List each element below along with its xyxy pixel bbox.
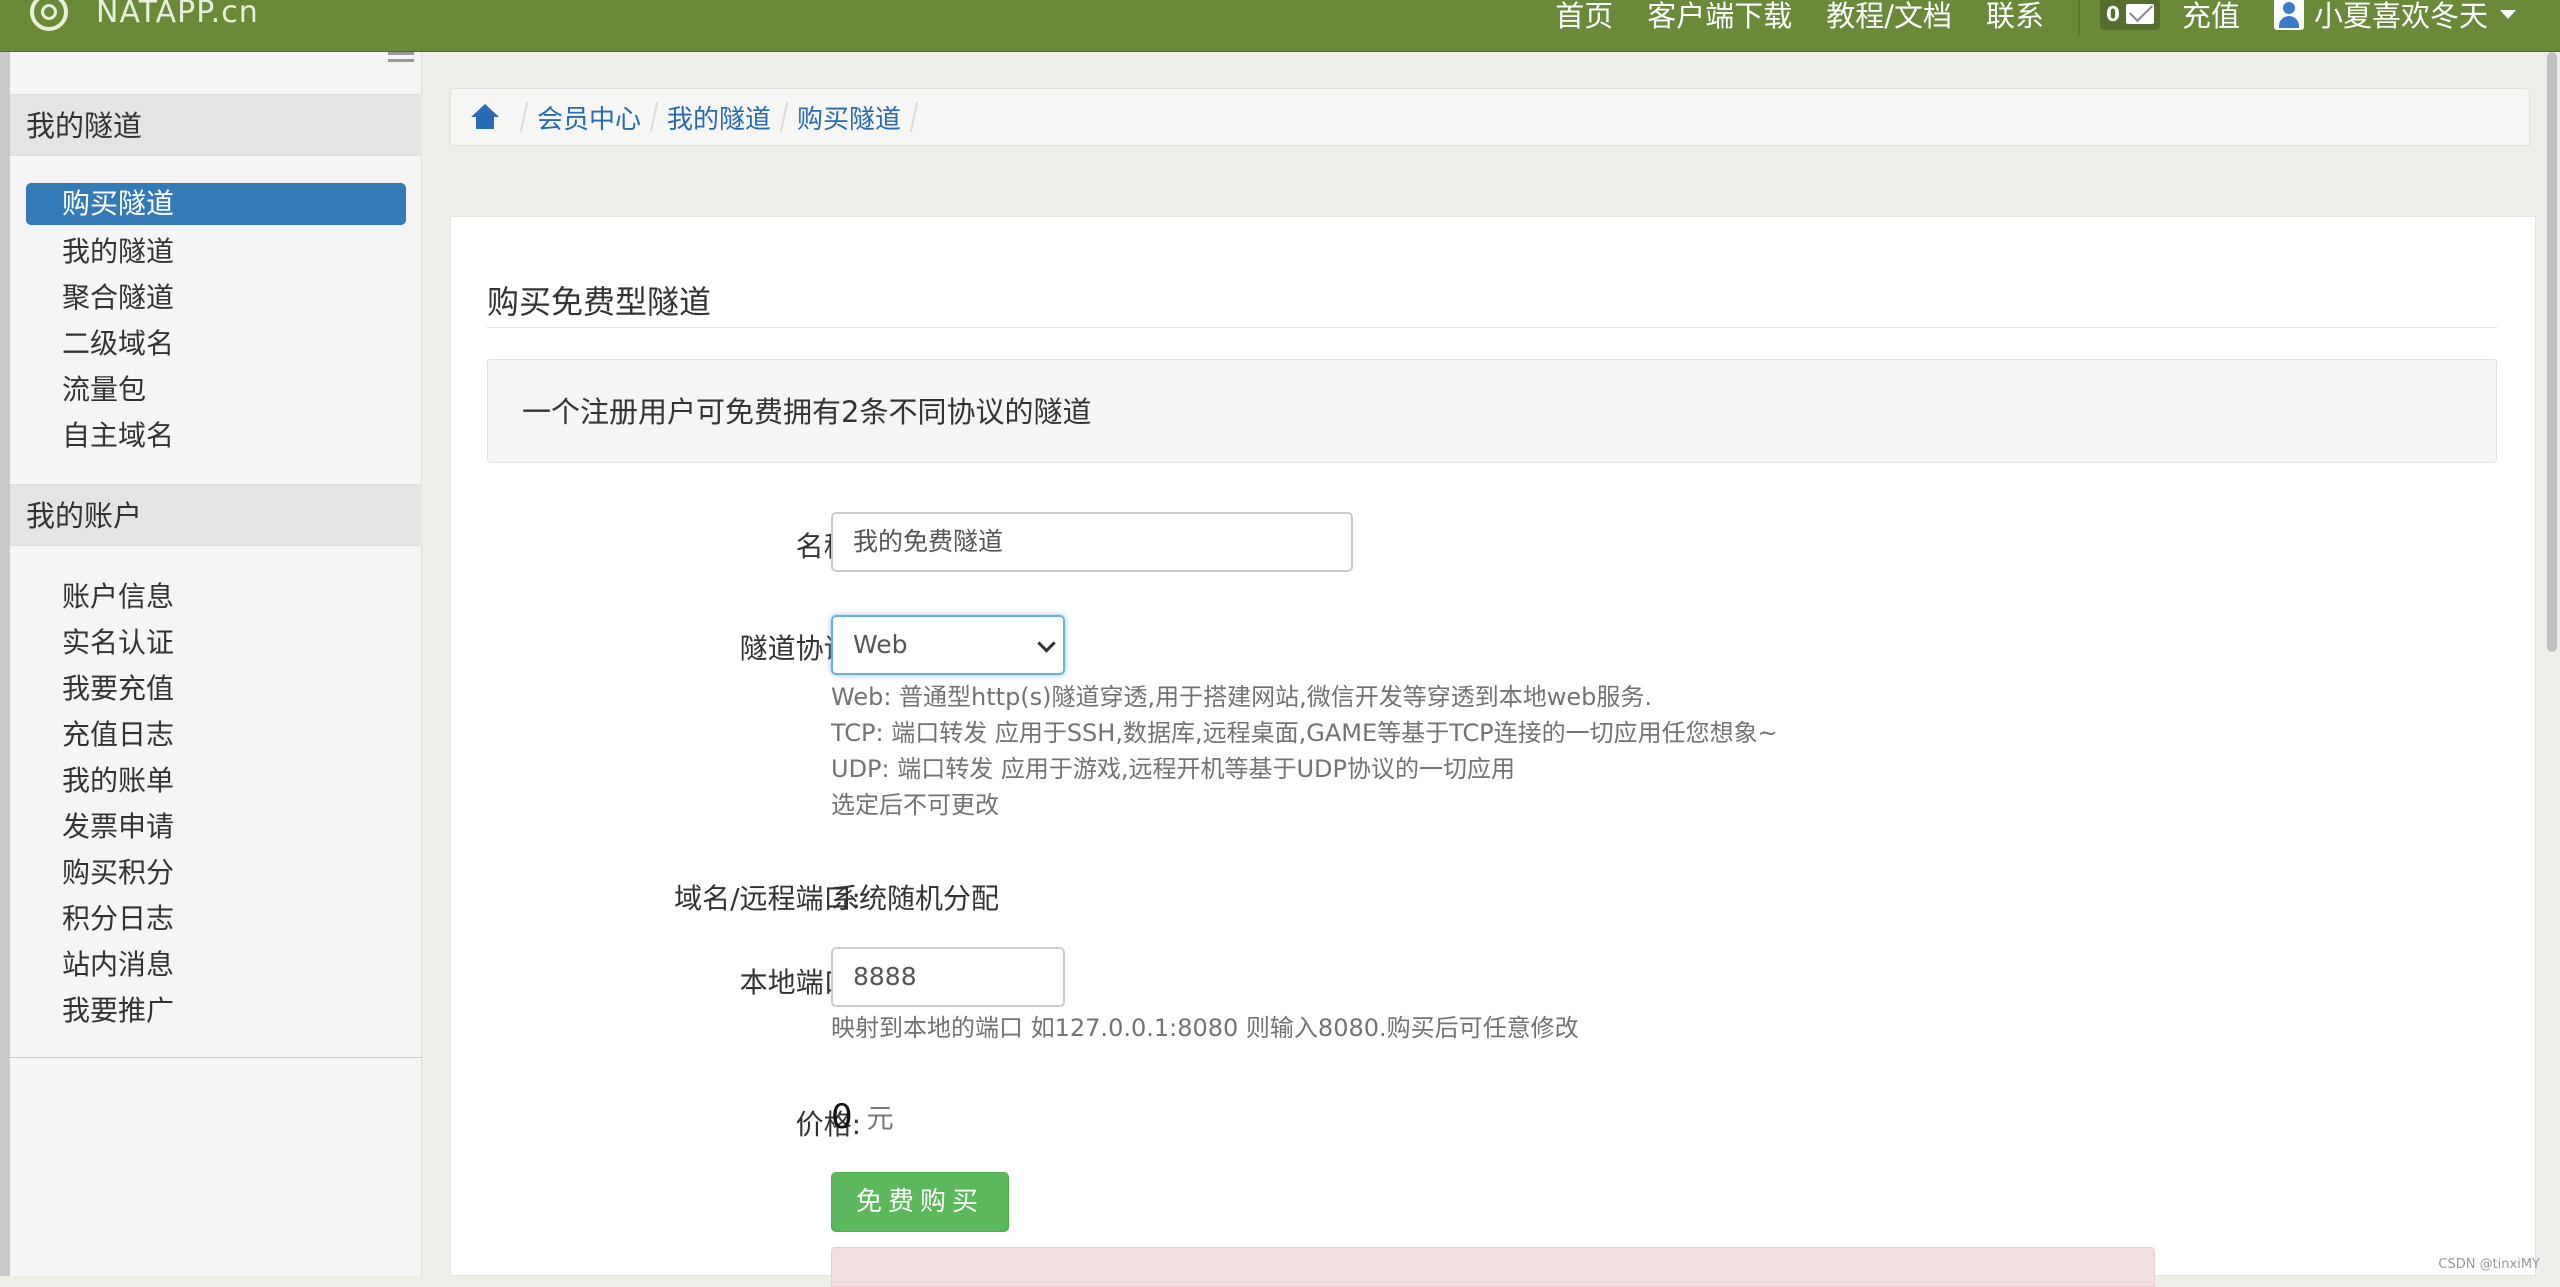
local-port-input[interactable]: 8888 xyxy=(831,947,1065,1007)
price-display: 0元 xyxy=(831,1097,894,1137)
caret-down-icon[interactable] xyxy=(2500,9,2516,19)
sidebar-item-recharge[interactable]: 我要充值 xyxy=(26,666,406,712)
help-web: Web: 普通型http(s)隧道穿透,用于搭建网站,微信开发等穿透到本地web… xyxy=(831,683,1653,711)
price-value: 0 xyxy=(831,1097,853,1137)
breadcrumb-separator xyxy=(909,102,919,132)
breadcrumb: 会员中心 我的隧道 购买隧道 xyxy=(450,88,2530,146)
breadcrumb-buy-tunnel[interactable]: 购买隧道 xyxy=(797,99,901,136)
nav-contact-link[interactable]: 联系 xyxy=(1986,0,2044,35)
message-count-badge: 0 xyxy=(2106,2,2120,26)
breadcrumb-separator xyxy=(649,102,659,132)
warning-alert xyxy=(831,1247,2155,1287)
sidebar-item-messages[interactable]: 站内消息 xyxy=(26,942,406,988)
nav-recharge-link[interactable]: 充值 xyxy=(2182,0,2240,35)
free-tunnel-notice: 一个注册用户可免费拥有2条不同协议的隧道 xyxy=(487,359,2497,463)
top-navbar: NATAPP.cn 首页 客户端下载 教程/文档 联系 0 充值 小夏喜欢冬天 xyxy=(0,0,2560,52)
breadcrumb-my-tunnels[interactable]: 我的隧道 xyxy=(667,99,771,136)
brand-name: NATAPP.cn xyxy=(96,0,259,30)
envelope-icon xyxy=(2125,4,2154,24)
home-icon[interactable] xyxy=(471,104,499,130)
sidebar-header-tunnels: 我的隧道 xyxy=(10,94,422,156)
sidebar: 我的隧道 购买隧道 我的隧道 聚合隧道 二级域名 流量包 自主域名 我的账户 账… xyxy=(0,52,422,1276)
title-divider xyxy=(487,327,2497,328)
sidebar-item-custom-domain[interactable]: 自主域名 xyxy=(26,413,406,459)
sidebar-collapse-icon[interactable] xyxy=(388,52,414,72)
sidebar-item-buy-points[interactable]: 购买积分 xyxy=(26,850,406,896)
nav-divider xyxy=(2078,0,2081,36)
user-menu[interactable]: 小夏喜欢冬天 xyxy=(2314,0,2488,35)
messages-button[interactable]: 0 xyxy=(2100,0,2160,30)
sidebar-item-subdomain[interactable]: 二级域名 xyxy=(26,321,406,367)
sidebar-item-buy-tunnel[interactable]: 购买隧道 xyxy=(26,183,406,225)
brand[interactable]: NATAPP.cn xyxy=(30,0,259,32)
sidebar-divider xyxy=(10,1057,422,1058)
domain-port-value: 系统随机分配 xyxy=(831,882,1000,915)
breadcrumb-separator xyxy=(519,102,529,132)
chevron-down-icon xyxy=(1037,634,1056,653)
sidebar-item-my-tunnels[interactable]: 我的隧道 xyxy=(26,229,406,275)
nav-home-link[interactable]: 首页 xyxy=(1555,0,1613,35)
sidebar-item-traffic-pack[interactable]: 流量包 xyxy=(26,367,406,413)
sidebar-item-recharge-log[interactable]: 充值日志 xyxy=(26,712,406,758)
brand-logo-icon xyxy=(30,0,68,31)
sidebar-item-real-name[interactable]: 实名认证 xyxy=(26,620,406,666)
help-tcp: TCP: 端口转发 应用于SSH,数据库,远程桌面,GAME等基于TCP连接的一… xyxy=(831,719,1778,747)
page-scrollbar[interactable] xyxy=(2547,52,2557,652)
user-icon xyxy=(2273,0,2304,30)
breadcrumb-member-center[interactable]: 会员中心 xyxy=(537,99,641,136)
sidebar-item-account-info[interactable]: 账户信息 xyxy=(26,574,406,620)
nav-docs-link[interactable]: 教程/文档 xyxy=(1826,0,1952,35)
sidebar-item-aggregate-tunnels[interactable]: 聚合隧道 xyxy=(26,275,406,321)
help-udp: UDP: 端口转发 应用于游戏,远程开机等基于UDP协议的一切应用 xyxy=(831,755,1516,783)
protocol-select[interactable]: Web xyxy=(831,615,1065,675)
help-immutable: 选定后不可更改 xyxy=(831,791,999,819)
sidebar-item-bills[interactable]: 我的账单 xyxy=(26,758,406,804)
page-title: 购买免费型隧道 xyxy=(487,283,712,321)
nav-links: 首页 客户端下载 教程/文档 联系 0 充值 小夏喜欢冬天 xyxy=(1555,0,2560,36)
sidebar-tunnel-list: 购买隧道 我的隧道 聚合隧道 二级域名 流量包 自主域名 xyxy=(26,183,406,459)
protocol-help: Web: 普通型http(s)隧道穿透,用于搭建网站,微信开发等穿透到本地web… xyxy=(831,679,1778,823)
main-panel: 购买免费型隧道 一个注册用户可免费拥有2条不同协议的隧道 名称: 我的免费隧道 … xyxy=(450,216,2536,1287)
sidebar-account-list: 账户信息 实名认证 我要充值 充值日志 我的账单 发票申请 购买积分 积分日志 … xyxy=(26,574,406,1034)
price-unit: 元 xyxy=(866,1104,894,1135)
watermark: CSDN @tinxiMY xyxy=(2438,1257,2540,1272)
breadcrumb-separator xyxy=(779,102,789,132)
local-port-help: 映射到本地的端口 如127.0.0.1:8080 则输入8080.购买后可任意修… xyxy=(831,1014,1579,1042)
sidebar-header-account: 我的账户 xyxy=(10,484,422,546)
sidebar-item-invoice[interactable]: 发票申请 xyxy=(26,804,406,850)
nav-download-link[interactable]: 客户端下载 xyxy=(1647,0,1792,35)
sidebar-item-points-log[interactable]: 积分日志 xyxy=(26,896,406,942)
tunnel-name-input[interactable]: 我的免费隧道 xyxy=(831,512,1353,572)
protocol-selected-value: Web xyxy=(853,630,908,659)
free-buy-button[interactable]: 免费购买 xyxy=(831,1172,1009,1232)
sidebar-item-promote[interactable]: 我要推广 xyxy=(26,988,406,1034)
